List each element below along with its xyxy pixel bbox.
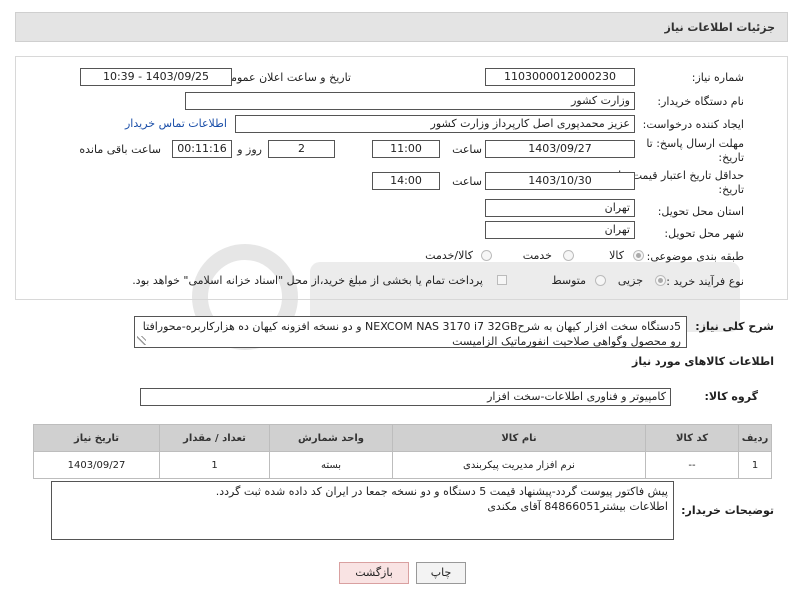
resize-handle-icon[interactable]	[137, 336, 146, 345]
city-field[interactable]: تهران	[485, 221, 635, 239]
buyer-notes-label: توضیحات خریدار:	[681, 504, 774, 517]
reply-deadline-label-2: تاریخ:	[718, 151, 744, 164]
creator-label: ایجاد کننده درخواست:	[642, 118, 744, 131]
category-radio-service[interactable]	[563, 250, 574, 261]
announce-date-field[interactable]: 1403/09/25 - 10:39	[80, 68, 232, 86]
reply-deadline-label: مهلت ارسال پاسخ: تا	[646, 137, 744, 150]
col-code: کد کالا	[645, 424, 739, 452]
summary-textarea[interactable]: 5دستگاه سخت افزار کیهان به شرحNEXCOM NAS…	[134, 316, 687, 348]
province-field[interactable]: تهران	[485, 199, 635, 217]
col-qty: تعداد / مقدار	[159, 424, 270, 452]
cell-name: نرم افزار مدیریت پیکربندی	[392, 451, 646, 479]
city-label: شهر محل تحویل:	[664, 227, 744, 240]
province-label: استان محل تحویل:	[657, 205, 744, 218]
goods-group-field[interactable]: کامپیوتر و فناوری اطلاعات-سخت افزار	[140, 388, 671, 406]
buyer-notes-line-2: اطلاعات بیشتر84866051 آقای مکندی	[487, 500, 668, 513]
need-number-field[interactable]: 1103000012000230	[485, 68, 635, 86]
treasury-payment-checkbox[interactable]	[497, 275, 507, 285]
purchase-option-medium: متوسط	[551, 274, 586, 287]
goods-section-title: اطلاعات کالاهای مورد نیاز	[632, 355, 774, 368]
goods-table-header: ردیف کد کالا نام کالا واحد شمارش تعداد /…	[33, 424, 772, 452]
category-radio-goods-service[interactable]	[481, 250, 492, 261]
buyer-contact-link[interactable]: اطلاعات تماس خریدار	[125, 117, 227, 130]
price-time-label: ساعت	[452, 175, 482, 188]
purchase-radio-partial[interactable]	[655, 275, 666, 286]
price-validity-label: حداقل تاریخ اعتبار قیمت: تا	[618, 169, 744, 182]
reply-date-field[interactable]: 1403/09/27	[485, 140, 635, 158]
category-option-goods-service: کالا/خدمت	[425, 249, 473, 262]
col-date: تاریخ نیاز	[33, 424, 160, 452]
page-title: جزئیات اطلاعات نیاز	[664, 21, 776, 34]
page-header: جزئیات اطلاعات نیاز	[15, 12, 788, 42]
cell-unit: بسته	[269, 451, 393, 479]
reply-time-label: ساعت	[452, 143, 482, 156]
price-date-field[interactable]: 1403/10/30	[485, 172, 635, 190]
days-label: روز و	[237, 143, 262, 156]
summary-label: شرح کلی نیاز:	[695, 320, 774, 333]
col-unit: واحد شمارش	[269, 424, 393, 452]
price-validity-label-2: تاریخ:	[718, 183, 744, 196]
need-number-label: شماره نیاز:	[691, 71, 744, 84]
category-option-service: خدمت	[522, 249, 552, 262]
buyer-notes-textarea[interactable]: پیش فاکتور پیوست گردد-پیشنهاد قیمت 5 دست…	[51, 481, 674, 540]
remaining-time-field[interactable]: 00:11:16	[172, 140, 232, 158]
purchase-radio-medium[interactable]	[595, 275, 606, 286]
cell-index: 1	[738, 451, 772, 479]
table-row[interactable]: 1 -- نرم افزار مدیریت پیکربندی بسته 1 14…	[33, 451, 772, 479]
treasury-payment-note: پرداخت تمام یا بخشی از مبلغ خرید،از محل …	[132, 274, 483, 287]
back-button[interactable]: بازگشت	[339, 562, 409, 584]
announce-date-label: تاریخ و ساعت اعلان عمومی:	[218, 71, 351, 84]
col-name: نام کالا	[392, 424, 646, 452]
reply-time-field[interactable]: 11:00	[372, 140, 440, 158]
cell-code: --	[645, 451, 739, 479]
category-radio-goods[interactable]	[633, 250, 644, 261]
buyer-org-label: نام دستگاه خریدار:	[657, 95, 744, 108]
purchase-option-partial: جزیی	[617, 274, 643, 287]
goods-table: ردیف کد کالا نام کالا واحد شمارش تعداد /…	[33, 424, 772, 479]
purchase-type-label: نوع فرآیند خرید :	[666, 275, 744, 288]
buyer-org-field[interactable]: وزارت کشور	[185, 92, 635, 110]
cell-qty: 1	[159, 451, 270, 479]
cell-date: 1403/09/27	[33, 451, 160, 479]
goods-group-label: گروه کالا:	[704, 390, 758, 403]
price-time-field[interactable]: 14:00	[372, 172, 440, 190]
col-index: ردیف	[738, 424, 772, 452]
buyer-notes-line-1: پیش فاکتور پیوست گردد-پیشنهاد قیمت 5 دست…	[215, 485, 668, 498]
summary-text: 5دستگاه سخت افزار کیهان به شرحNEXCOM NAS…	[142, 320, 681, 348]
days-remaining-field[interactable]: 2	[268, 140, 335, 158]
category-option-goods: کالا	[609, 249, 624, 262]
category-label: طبقه بندی موضوعی:	[646, 250, 744, 263]
print-button[interactable]: چاپ	[416, 562, 466, 584]
remaining-time-label: ساعت باقی مانده	[79, 143, 161, 156]
creator-field[interactable]: عزیز محمدپوری اصل کارپرداز وزارت کشور	[235, 115, 635, 133]
